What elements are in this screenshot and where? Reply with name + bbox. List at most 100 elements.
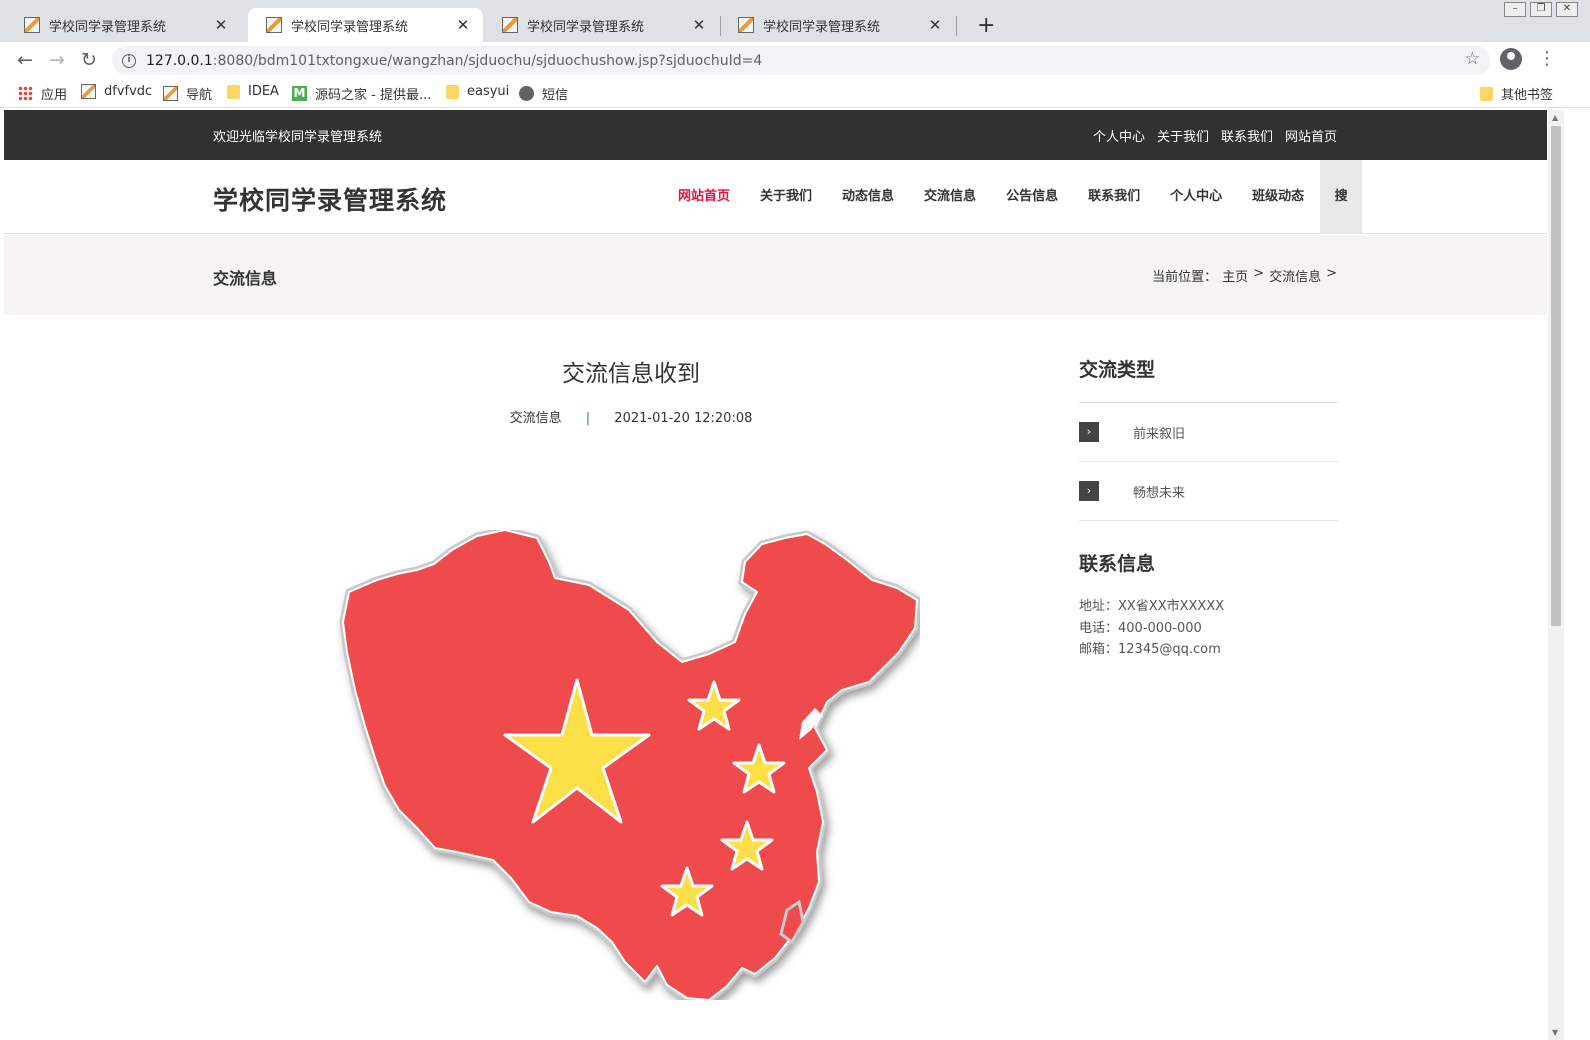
exchange-type-label: 前来叙旧 <box>1133 426 1186 442</box>
browser-tab-active[interactable]: 学校同学录管理系统 ✕ <box>248 8 483 42</box>
bookmark-item[interactable]: 导航 <box>163 84 212 103</box>
tab-title: 学校同学录管理系统 <box>763 19 881 35</box>
bookmark-item[interactable]: 短信 <box>519 84 568 103</box>
article-image <box>337 526 921 1004</box>
bookmark-star-icon[interactable]: ☆ <box>1465 49 1480 69</box>
restore-icon[interactable]: ❐ <box>1530 2 1552 17</box>
breadcrumb-separator: > <box>1253 266 1265 281</box>
url-path: :8080/bdm101txtongxue/wangzhan/sjduochu/… <box>212 52 763 69</box>
nav-news[interactable]: 动态信息 <box>827 160 909 234</box>
browser-menu-icon[interactable]: ⋮ <box>1538 48 1556 70</box>
contact-heading: 联系信息 <box>1079 553 1156 575</box>
other-bookmarks[interactable]: 其他书签 <box>1480 84 1553 103</box>
url-host: 127.0.0.1 <box>146 52 213 69</box>
contact-phone: 电话：400-000-000 <box>1079 620 1202 636</box>
close-tab-icon[interactable]: ✕ <box>455 16 471 34</box>
close-tab-icon[interactable]: ✕ <box>213 16 229 34</box>
bookmark-label: 导航 <box>186 88 213 103</box>
nav-exchange[interactable]: 交流信息 <box>909 160 991 234</box>
bookmark-label: 应用 <box>41 88 68 103</box>
top-link-about[interactable]: 关于我们 <box>1157 126 1209 145</box>
scroll-up-arrow-icon[interactable]: ▲ <box>1552 113 1558 122</box>
browser-toolbar: ← → ↻ i 127.0.0.1:8080/bdm101txtongxue/w… <box>0 42 1590 78</box>
apps-grid-icon <box>18 86 33 101</box>
window-controls: – ❐ ✕ <box>1504 2 1578 17</box>
back-arrow-icon[interactable]: ← <box>12 47 38 73</box>
nav-contact[interactable]: 联系我们 <box>1073 160 1155 234</box>
top-link-profile[interactable]: 个人中心 <box>1093 126 1145 145</box>
new-tab-plus-icon[interactable]: + <box>977 13 995 38</box>
nav-about[interactable]: 关于我们 <box>745 160 827 234</box>
tab-title: 学校同学录管理系统 <box>49 19 167 35</box>
forward-arrow-icon[interactable]: → <box>44 47 70 73</box>
exchange-type-label: 畅想未来 <box>1133 485 1186 501</box>
contact-address: 地址：XX省XX市XXXXX <box>1079 599 1225 614</box>
article-datetime: 2021-01-20 12:20:08 <box>614 411 753 426</box>
exchange-type-item[interactable]: › 畅想未来 <box>1079 462 1339 521</box>
article-category: 交流信息 <box>509 411 562 426</box>
minimize-icon[interactable]: – <box>1504 2 1526 17</box>
image-icon <box>163 86 178 101</box>
browser-tab[interactable]: 学校同学录管理系统 ✕ <box>484 8 719 42</box>
top-bar: 欢迎光临学校同学录管理系统 个人中心 关于我们 联系我们 网站首页 <box>4 110 1547 160</box>
sidebar: 交流类型 › 前来叙旧 › 畅想未来 联系信息 地址：XX省XX市XXXXX 电… <box>1079 355 1339 661</box>
main-nav: 网站首页 关于我们 动态信息 交流信息 公告信息 联系我们 个人中心 班级动态 … <box>663 160 1363 234</box>
bookmark-apps[interactable]: 应用 <box>18 84 67 103</box>
page-title: 交流信息 <box>213 269 278 288</box>
contact-email: 邮箱：12345@qq.com <box>1079 642 1221 657</box>
article-meta: 交流信息 | 2021-01-20 12:20:08 <box>213 407 1049 426</box>
folder-icon <box>1480 86 1493 101</box>
tab-title: 学校同学录管理系统 <box>527 19 645 35</box>
breadcrumb: 当前位置： 主页 > 交流信息 > <box>1152 266 1337 285</box>
search-button[interactable]: 搜 <box>1320 160 1363 234</box>
nav-notice[interactable]: 公告信息 <box>991 160 1073 234</box>
top-link-home[interactable]: 网站首页 <box>1285 126 1337 145</box>
close-window-icon[interactable]: ✕ <box>1556 2 1578 17</box>
page-favicon-icon <box>266 17 282 33</box>
chevron-right-icon: › <box>1079 481 1099 501</box>
browser-tab-strip: 学校同学录管理系统 ✕ 学校同学录管理系统 ✕ 学校同学录管理系统 ✕ 学校同学… <box>0 0 1590 42</box>
top-link-contact[interactable]: 联系我们 <box>1221 126 1273 145</box>
scroll-down-arrow-icon[interactable]: ▼ <box>1552 1028 1558 1037</box>
image-icon <box>81 84 96 99</box>
reload-icon[interactable]: ↻ <box>76 47 102 73</box>
exchange-types-heading: 交流类型 <box>1079 355 1339 403</box>
globe-icon <box>519 86 534 101</box>
meta-divider: | <box>585 411 591 426</box>
tab-title: 学校同学录管理系统 <box>291 19 409 35</box>
nav-class-news[interactable]: 班级动态 <box>1237 160 1319 234</box>
other-bookmarks-label: 其他书签 <box>1501 88 1554 103</box>
folder-icon <box>227 84 240 99</box>
breadcrumb-current-link[interactable]: 交流信息 <box>1269 266 1321 285</box>
browser-tab[interactable]: 学校同学录管理系统 ✕ <box>720 8 955 42</box>
map-inner <box>342 529 918 1001</box>
breadcrumb-home-link[interactable]: 主页 <box>1222 266 1248 285</box>
profile-avatar-icon[interactable] <box>1500 48 1522 70</box>
bookmark-label: dfvfvdc <box>104 84 153 99</box>
nav-home[interactable]: 网站首页 <box>663 160 745 234</box>
breadcrumb-prefix: 当前位置： <box>1152 270 1218 285</box>
page-scrollbar[interactable]: ▲ ▼ <box>1548 110 1564 1040</box>
page-viewport: 欢迎光临学校同学录管理系统 个人中心 关于我们 联系我们 网站首页 学校同学录管… <box>4 110 1547 1040</box>
page-favicon-icon <box>24 17 40 33</box>
folder-icon <box>446 84 459 99</box>
bookmark-item[interactable]: M 源码之家 - 提供最... <box>292 84 431 103</box>
breadcrumb-bar: 交流信息 当前位置： 主页 > 交流信息 > <box>4 235 1547 315</box>
bookmark-item[interactable]: IDEA <box>227 84 279 99</box>
scrollbar-thumb[interactable] <box>1551 126 1561 626</box>
page-favicon-icon <box>738 17 754 33</box>
china-map-flag-image <box>339 526 921 1004</box>
nav-profile[interactable]: 个人中心 <box>1155 160 1237 234</box>
bookmark-item[interactable]: dfvfvdc <box>81 84 152 99</box>
welcome-text: 欢迎光临学校同学录管理系统 <box>213 130 383 145</box>
m-logo-icon: M <box>292 86 307 101</box>
bookmark-item[interactable]: easyui <box>446 84 509 99</box>
exchange-type-item[interactable]: › 前来叙旧 <box>1079 403 1339 462</box>
article-title: 交流信息收到 <box>562 361 700 387</box>
browser-tab[interactable]: 学校同学录管理系统 ✕ <box>6 8 241 42</box>
close-tab-icon[interactable]: ✕ <box>691 16 707 34</box>
site-info-icon[interactable]: i <box>122 53 136 68</box>
address-bar[interactable]: i 127.0.0.1:8080/bdm101txtongxue/wangzha… <box>112 46 1490 75</box>
site-logo[interactable]: 学校同学录管理系统 <box>213 181 447 217</box>
close-tab-icon[interactable]: ✕ <box>927 16 943 34</box>
